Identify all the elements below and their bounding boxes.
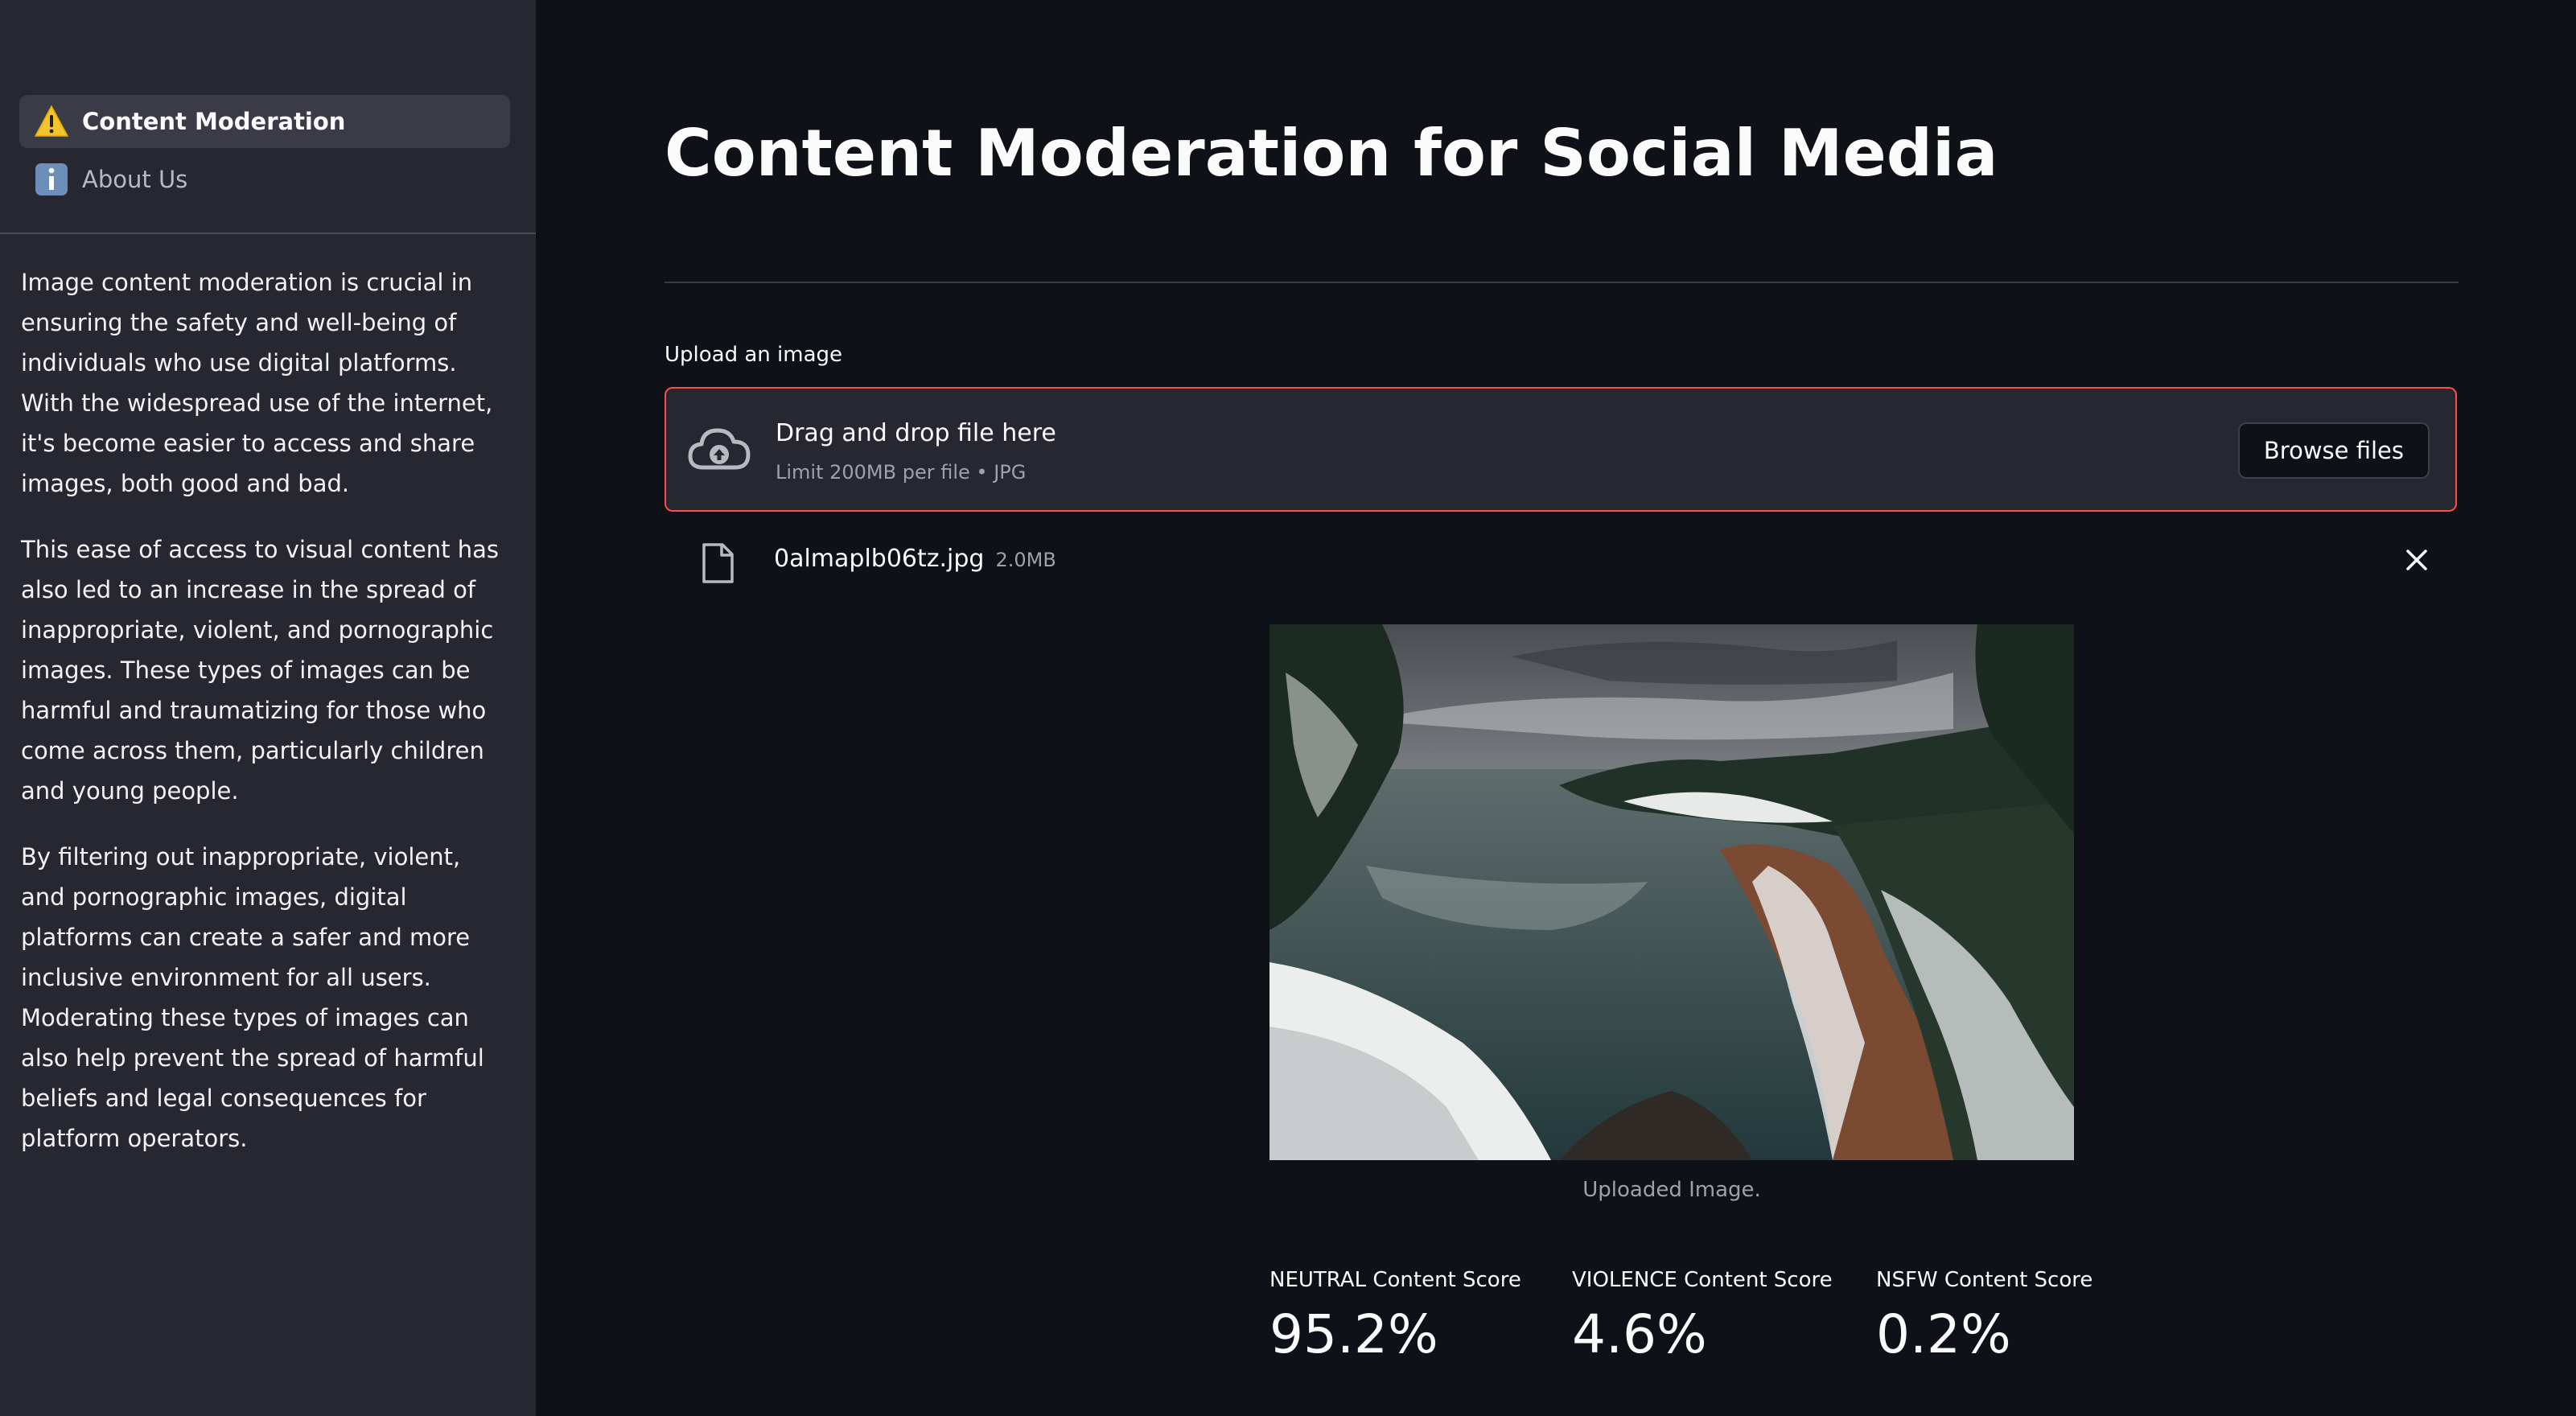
file-dropzone[interactable]: Drag and drop file here Limit 200MB per … [665,387,2457,512]
dropzone-title: Drag and drop file here [776,419,1056,447]
metric-neutral: NEUTRAL Content Score 95.2% [1269,1268,1521,1365]
coastal-landscape-photo [1269,624,2074,1160]
file-name: 0almaplb06tz.jpg 2.0MB [774,545,1056,573]
image-caption: Uploaded Image. [1582,1178,1761,1202]
file-size: 2.0MB [995,549,1056,571]
close-icon[interactable] [2401,544,2433,576]
metric-label: VIOLENCE Content Score [1572,1268,1833,1292]
app-root: Content Moderation About Us Image conten… [0,0,2576,1416]
sidebar-divider [0,233,536,234]
uploaded-image [1269,624,2074,1160]
dropzone-limit: Limit 200MB per file • JPG [776,461,1027,484]
metric-value: 95.2% [1269,1303,1438,1365]
info-icon [35,163,68,196]
metric-nsfw: NSFW Content Score 0.2% [1876,1268,2092,1365]
browse-files-button[interactable]: Browse files [2237,422,2430,479]
sidebar-paragraph: Image content moderation is crucial in e… [21,269,493,497]
nav-item-about-us[interactable]: About Us [19,153,510,206]
metric-violence: VIOLENCE Content Score 4.6% [1572,1268,1833,1365]
upload-label: Upload an image [665,343,843,367]
sidebar: Content Moderation About Us Image conten… [0,0,536,1416]
nav-label: About Us [82,166,188,193]
main-content: Content Moderation for Social Media Uplo… [665,0,2459,1416]
sidebar-paragraph: By filtering out inappropriate, violent,… [21,843,484,1152]
metric-label: NSFW Content Score [1876,1268,2093,1292]
nav-label: Content Moderation [82,108,346,135]
cloud-upload-icon [688,428,751,470]
metric-value: 0.2% [1876,1303,2011,1365]
file-name-text: 0almaplb06tz.jpg [774,545,985,573]
sidebar-paragraph: This ease of access to visual content ha… [21,536,499,805]
metric-value: 4.6% [1572,1303,1707,1365]
sidebar-description: Image content moderation is crucial in e… [21,262,504,1184]
file-icon [702,543,734,583]
uploaded-file-row: 0almaplb06tz.jpg 2.0MB [665,534,2457,586]
page-title: Content Moderation for Social Media [665,116,1998,191]
warning-icon [34,105,69,137]
nav-item-content-moderation[interactable]: Content Moderation [19,95,510,148]
sidebar-nav: Content Moderation About Us [19,95,510,211]
metric-label: NEUTRAL Content Score [1269,1268,1521,1292]
title-divider [665,282,2459,283]
